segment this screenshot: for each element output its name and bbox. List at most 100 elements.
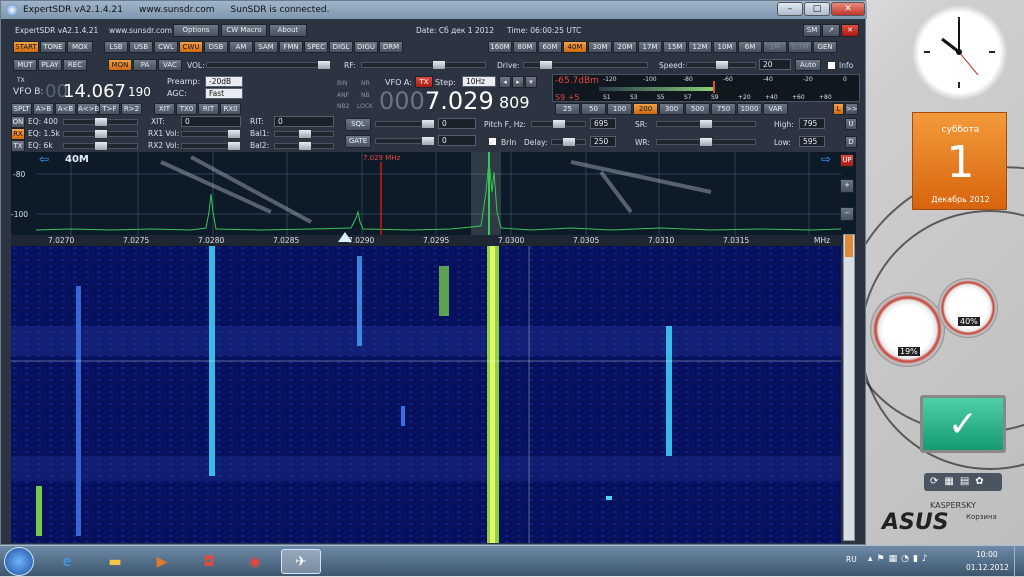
- options-menu-button[interactable]: Options: [173, 24, 219, 37]
- gate-slider[interactable]: [375, 136, 435, 146]
- scroll-right-icon[interactable]: ⇨: [821, 152, 831, 166]
- zoom-out-button[interactable]: −: [840, 207, 854, 221]
- bandwidth-more-button[interactable]: >>: [845, 103, 858, 115]
- pitch-field[interactable]: 695: [590, 118, 616, 129]
- media-player-icon[interactable]: ▶: [145, 549, 179, 574]
- expertsdr-taskbar-icon[interactable]: ✈: [281, 549, 321, 574]
- bandwidth-button-100[interactable]: 100: [607, 103, 632, 115]
- upper-sideband-button[interactable]: U: [845, 118, 857, 130]
- button-play[interactable]: PLAY: [38, 59, 62, 71]
- preamp-select[interactable]: -20dB: [205, 76, 243, 87]
- gate-field[interactable]: 0: [438, 135, 476, 146]
- band-button-30m[interactable]: 30M: [588, 41, 612, 53]
- scroll-left-icon[interactable]: ⇦: [39, 152, 49, 166]
- language-indicator[interactable]: RU: [846, 555, 857, 564]
- ram-meter-gadget[interactable]: 40%: [938, 278, 998, 338]
- app-icon[interactable]: ◘: [192, 549, 226, 574]
- mode-button-digl[interactable]: DIGL: [329, 41, 353, 53]
- app-close-icon[interactable]: ✕: [841, 24, 859, 37]
- rx1-vol-slider[interactable]: [181, 129, 241, 139]
- agc-select[interactable]: Fast: [205, 88, 243, 99]
- bal2-slider[interactable]: [274, 141, 334, 151]
- eq-rx-button[interactable]: RX: [11, 128, 25, 140]
- vfo-b-frequency[interactable]: 14.067: [63, 81, 126, 102]
- rit-field[interactable]: 0: [274, 116, 334, 127]
- mode-button-cwu[interactable]: CWU: [179, 41, 203, 53]
- kaspersky-toolbar[interactable]: ⟳▦▤✿: [924, 473, 1002, 491]
- bin-indicator[interactable]: BIN: [337, 80, 347, 87]
- step-down-button[interactable]: ◂: [499, 76, 511, 88]
- waterfall-display[interactable]: [11, 246, 841, 543]
- bandwidth-button-50[interactable]: 50: [581, 103, 606, 115]
- delay-field[interactable]: 250: [590, 136, 616, 147]
- vfo-button-rx0[interactable]: RX0: [220, 103, 241, 115]
- zoom-in-button[interactable]: +: [840, 179, 854, 193]
- button-pa[interactable]: PA: [133, 59, 157, 71]
- mode-button-lsb[interactable]: LSB: [104, 41, 128, 53]
- button-vac[interactable]: VAC: [158, 59, 182, 71]
- mode-button-digu[interactable]: DIGU: [354, 41, 378, 53]
- undock-icon[interactable]: ↗: [822, 24, 840, 37]
- clock-gadget[interactable]: [912, 5, 1007, 100]
- band-button-gen[interactable]: GEN: [813, 41, 837, 53]
- xit-field[interactable]: 0: [181, 116, 241, 127]
- vfo-button-t-f[interactable]: T>F: [99, 103, 120, 115]
- sql-button[interactable]: SQL: [345, 118, 371, 131]
- mode-button-mox[interactable]: MOX: [67, 41, 93, 53]
- vfo-button-rit[interactable]: RIT: [198, 103, 219, 115]
- vfo-a-frequency[interactable]: 7.029: [425, 87, 494, 115]
- eq-400-slider[interactable]: [63, 117, 138, 127]
- drive-slider[interactable]: [523, 60, 648, 70]
- vfo-button-xit[interactable]: XIT: [154, 103, 175, 115]
- maximize-button[interactable]: □: [804, 2, 830, 16]
- taskbar-time[interactable]: 10:00: [976, 550, 998, 559]
- band-button-17m[interactable]: 17M: [638, 41, 662, 53]
- mode-button-am[interactable]: AM: [229, 41, 253, 53]
- show-desktop-button[interactable]: [1014, 546, 1024, 577]
- step-up-button[interactable]: ▸: [512, 76, 524, 88]
- band-button-60m[interactable]: 60M: [538, 41, 562, 53]
- sql-slider[interactable]: [375, 119, 435, 129]
- band-button-160m[interactable]: 160M: [488, 41, 512, 53]
- waterfall-scrollbar[interactable]: [843, 234, 855, 541]
- vfo-button-a-b[interactable]: A<>B: [77, 103, 99, 115]
- band-button-10m[interactable]: 10M: [713, 41, 737, 53]
- up-button[interactable]: UP: [840, 154, 854, 167]
- mode-button-tone[interactable]: TONE: [40, 41, 66, 53]
- bandwidth-button-500[interactable]: 500: [685, 103, 710, 115]
- brin-checkbox[interactable]: ✓: [488, 137, 497, 147]
- band-button-2m[interactable]: 2M: [763, 41, 787, 53]
- anf-indicator[interactable]: ANF: [337, 92, 349, 99]
- file-explorer-icon[interactable]: ▬: [98, 549, 132, 574]
- gate-button[interactable]: GATE: [345, 135, 371, 148]
- eq-on-button[interactable]: ON: [11, 116, 25, 128]
- vfo-button-a-b[interactable]: A<B: [55, 103, 76, 115]
- low-field[interactable]: 595: [799, 136, 825, 147]
- vfo-button-r-2[interactable]: R>2: [121, 103, 142, 115]
- band-button-20m[interactable]: 20M: [613, 41, 637, 53]
- mode-button-sam[interactable]: SAM: [254, 41, 278, 53]
- filter-marker-icon[interactable]: [338, 232, 352, 242]
- band-button-6m[interactable]: 6M: [738, 41, 762, 53]
- band-button-15m[interactable]: 15M: [663, 41, 687, 53]
- band-button-0-7m[interactable]: 0.7M: [788, 41, 812, 53]
- button-rec[interactable]: REC: [63, 59, 87, 71]
- calendar-gadget[interactable]: суббота 1 Декабрь 2012: [912, 112, 1007, 210]
- band-button-40m[interactable]: 40M: [563, 41, 587, 53]
- bandwidth-button-25[interactable]: 25: [555, 103, 580, 115]
- band-button-12m[interactable]: 12M: [688, 41, 712, 53]
- vfo-button-splt[interactable]: SPLT: [11, 103, 32, 115]
- mode-button-usb[interactable]: USB: [129, 41, 153, 53]
- bandwidth-button-1000[interactable]: 1000: [737, 103, 762, 115]
- nr-indicator[interactable]: NR: [361, 80, 370, 87]
- scrollbar-thumb[interactable]: [845, 235, 853, 257]
- pitch-slider[interactable]: [531, 119, 586, 129]
- eq-6k-slider[interactable]: [63, 141, 138, 151]
- lower-sideband-button[interactable]: D: [845, 136, 857, 148]
- about-menu-button[interactable]: About: [269, 24, 307, 37]
- mode-button-drm[interactable]: DRM: [379, 41, 403, 53]
- start-button[interactable]: [4, 547, 34, 576]
- step-menu-button[interactable]: ▾: [525, 76, 537, 88]
- minimize-button[interactable]: –: [777, 2, 803, 16]
- sr-slider[interactable]: [656, 119, 756, 129]
